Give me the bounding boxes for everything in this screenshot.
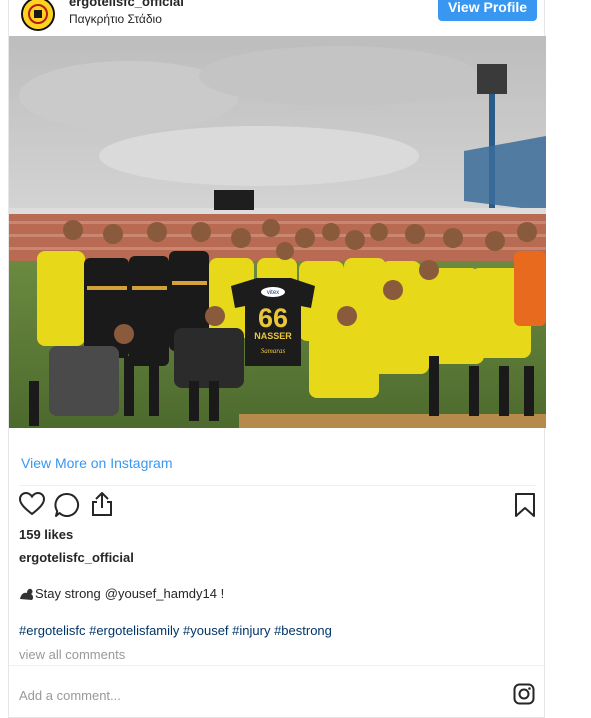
share-icon[interactable] <box>90 491 114 517</box>
likes-count[interactable]: 159 likes <box>19 527 73 542</box>
view-more-link[interactable]: View More on Instagram <box>21 455 172 471</box>
heart-icon[interactable] <box>19 492 45 516</box>
caption-username[interactable]: ergotelisfc_official <box>19 550 134 565</box>
jersey-name: NASSER <box>254 331 292 341</box>
divider <box>19 485 536 486</box>
comment-icon[interactable] <box>54 492 80 518</box>
instagram-embed-card: ergotelisfc_official Παγκρήτιο Στάδιο Vi… <box>8 0 546 718</box>
add-comment-input[interactable]: Add a comment... <box>19 688 121 703</box>
view-all-comments-link[interactable]: view all comments <box>19 647 125 662</box>
caption-text: Stay strong @yousef_hamdy14 ! <box>19 586 224 601</box>
flexed-biceps-icon <box>20 588 34 600</box>
instagram-icon[interactable] <box>513 683 535 705</box>
header-location[interactable]: Παγκρήτιο Στάδιο <box>69 12 162 26</box>
profile-avatar[interactable] <box>21 0 55 31</box>
divider <box>9 665 546 666</box>
bookmark-icon[interactable] <box>514 492 536 518</box>
header-username[interactable]: ergotelisfc_official <box>69 0 184 9</box>
caption-hashtags[interactable]: #ergotelisfc #ergotelisfamily #yousef #i… <box>19 623 332 638</box>
jersey-sponsor-bottom: Samaras <box>261 347 286 355</box>
post-photo[interactable]: vitex 66 NASSER Samaras <box>9 36 546 428</box>
jersey-number: 66 <box>258 303 288 333</box>
view-profile-button[interactable]: View Profile <box>438 0 537 21</box>
jersey-sponsor-top: vitex <box>267 290 279 296</box>
caption-mention[interactable]: @yousef_hamdy14 ! <box>105 586 224 601</box>
caption-message: Stay strong <box>35 586 101 601</box>
